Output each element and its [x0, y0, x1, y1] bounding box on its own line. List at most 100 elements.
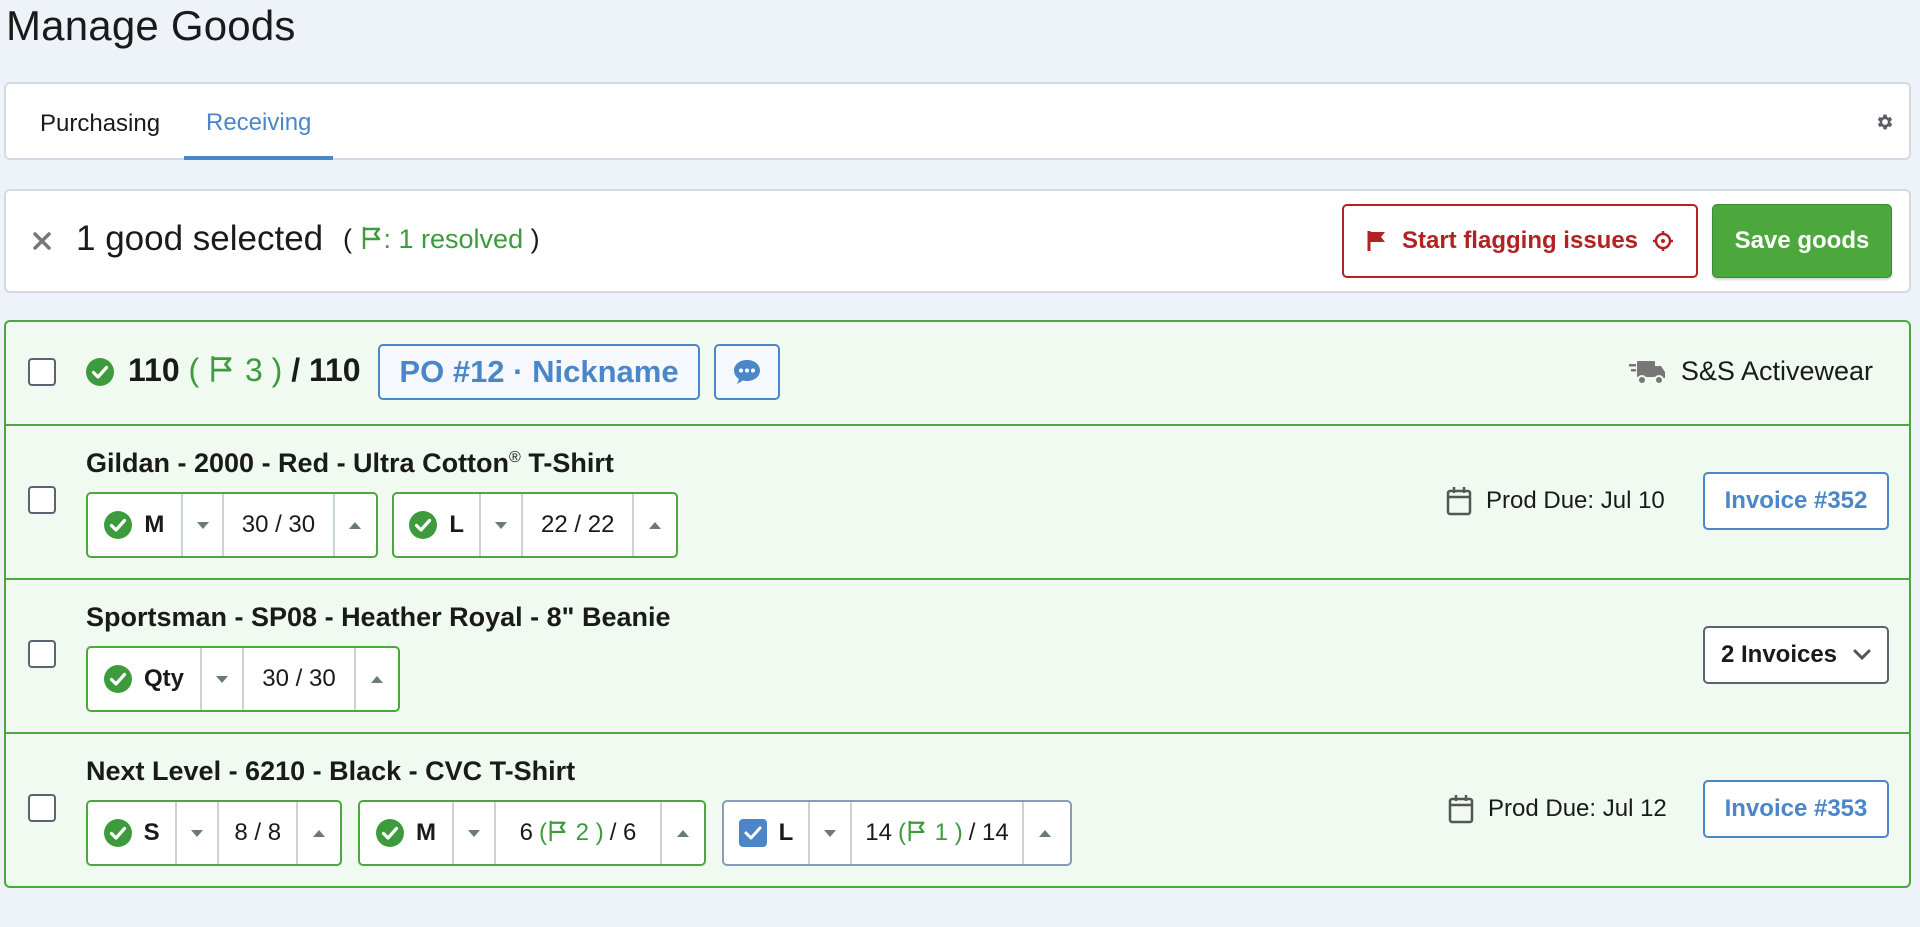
check-circle-icon [376, 819, 404, 847]
resolved-note: ( : 1 resolved ) [343, 224, 540, 255]
selection-count: 1 good selected [76, 219, 324, 258]
decrement-button[interactable] [481, 494, 524, 556]
size-label-text: S [143, 819, 160, 846]
flag-outline-icon [211, 356, 232, 382]
tab-purchasing[interactable]: Purchasing [18, 84, 182, 160]
size-stepper: L 14 ( 1 ) / 14 [722, 800, 1072, 866]
start-flagging-button[interactable]: Start flagging issues [1342, 204, 1698, 278]
decrement-button[interactable] [177, 802, 219, 864]
po-header: 110 ( 3 ) / 110 PO #12 · Nickname S&S Ac… [6, 322, 1909, 424]
size-stepper: L 22 / 22 [392, 492, 678, 558]
item-checkbox[interactable] [28, 640, 56, 668]
po-total: 110 [308, 352, 361, 388]
prod-due-text: Prod Due: Jul 10 [1486, 487, 1665, 514]
calendar-icon [1448, 795, 1474, 824]
flag-close: ) [595, 819, 604, 846]
prod-due-text: Prod Due: Jul 12 [1488, 795, 1667, 822]
chat-button[interactable] [714, 344, 780, 400]
decrement-button[interactable] [202, 648, 244, 710]
po-flag-summary: ( 3 ) [189, 352, 292, 388]
flag-number: 2 [575, 819, 590, 846]
tabs-bar: Purchasing Receiving [4, 82, 1911, 160]
qty-received: 6 [519, 819, 533, 846]
save-goods-button[interactable]: Save goods [1712, 204, 1892, 278]
decrement-button[interactable] [454, 802, 496, 864]
size-stepper: M 30 / 30 [86, 492, 378, 558]
po-received: 110 [128, 352, 180, 388]
qty-total: / 6 [609, 819, 637, 846]
increment-button[interactable] [1024, 802, 1066, 864]
item-title: Gildan - 2000 - Red - Ultra Cotton® T-Sh… [86, 448, 614, 479]
prod-due: Prod Due: Jul 12 [1448, 794, 1667, 824]
caret-down-icon [495, 521, 508, 529]
qty-value[interactable]: 8 / 8 [219, 802, 299, 864]
check-circle-icon [103, 819, 132, 847]
flag-icon [1367, 231, 1385, 251]
tab-receiving[interactable]: Receiving [184, 84, 334, 160]
size-label-text: L [778, 819, 794, 846]
truck-icon [1628, 360, 1665, 385]
invoice-button[interactable]: Invoice #352 [1703, 472, 1889, 530]
resolved-note-close: ) [530, 224, 540, 254]
qty-value[interactable]: 22 / 22 [523, 494, 635, 556]
invoices-dropdown[interactable]: 2 Invoices [1703, 626, 1889, 684]
item-checkbox[interactable] [28, 794, 56, 822]
increment-button[interactable] [634, 494, 676, 556]
start-flagging-label: Start flagging issues [1401, 227, 1639, 254]
item-checkbox[interactable] [28, 486, 56, 514]
caret-up-icon [349, 521, 362, 529]
flag-count: ( 1 ) [898, 819, 963, 847]
po-flag-close: ) [271, 352, 283, 388]
caret-up-icon [371, 675, 383, 683]
selection-bar: 1 good selected ( : 1 resolved ) Start f… [4, 189, 1911, 293]
item-title: Sportsman - SP08 - Heather Royal - 8" Be… [86, 602, 671, 632]
qty-value[interactable]: 30 / 30 [244, 648, 356, 710]
po-badge[interactable]: PO #12 · Nickname [378, 344, 700, 400]
caret-up-icon [677, 829, 689, 837]
purchase-order-card: 110 ( 3 ) / 110 PO #12 · Nickname S&S Ac… [4, 320, 1911, 888]
resolved-text: : 1 resolved [383, 224, 524, 254]
increment-button[interactable] [662, 802, 704, 864]
item-title: Next Level - 6210 - Black - CVC T-Shirt [86, 756, 576, 786]
caret-down-icon [216, 675, 228, 683]
po-flag-count: 3 [244, 352, 263, 388]
vendor: S&S Activewear [1628, 356, 1873, 387]
flag-open: ( [538, 819, 547, 846]
qty-total: / 14 [968, 819, 1009, 846]
caret-down-icon [196, 521, 209, 529]
item-title-suffix: T-Shirt [520, 448, 614, 478]
check-circle-icon [103, 665, 132, 693]
qty-value[interactable]: 14 ( 1 ) / 14 [852, 802, 1024, 864]
increment-button[interactable] [335, 494, 376, 556]
qty-value[interactable]: 30 / 30 [224, 494, 335, 556]
resolved-status: : 1 resolved [360, 224, 531, 254]
check-circle-icon [104, 511, 133, 539]
size-label: M [88, 494, 183, 556]
po-checkbox[interactable] [28, 358, 56, 386]
chat-icon [734, 360, 760, 384]
resolved-note-open: ( [343, 224, 352, 254]
flag-outline-icon [549, 820, 566, 842]
size-label: S [88, 802, 178, 864]
qty-value[interactable]: 6 ( 2 ) / 6 [496, 802, 662, 864]
size-label: M [360, 802, 454, 864]
gear-icon[interactable] [1875, 112, 1895, 132]
check-circle-icon [86, 358, 114, 386]
close-icon[interactable] [28, 227, 56, 255]
check-circle-icon [409, 511, 438, 539]
size-stepper: Qty 30 / 30 [86, 646, 400, 712]
flag-count: ( 2 ) [539, 819, 604, 847]
decrement-button[interactable] [183, 494, 225, 556]
item-title-sup: ® [509, 449, 521, 466]
caret-up-icon [1039, 829, 1051, 837]
increment-button[interactable] [356, 648, 398, 710]
page-title: Manage Goods [6, 2, 296, 49]
decrement-button[interactable] [810, 802, 852, 864]
prod-due: Prod Due: Jul 10 [1446, 486, 1665, 516]
calendar-icon [1446, 487, 1472, 516]
checkbox-checked-icon[interactable] [738, 819, 767, 847]
size-label-text: Qty [143, 665, 184, 692]
flag-number: 1 [934, 819, 949, 846]
invoice-button[interactable]: Invoice #353 [1703, 780, 1889, 838]
increment-button[interactable] [298, 802, 340, 864]
